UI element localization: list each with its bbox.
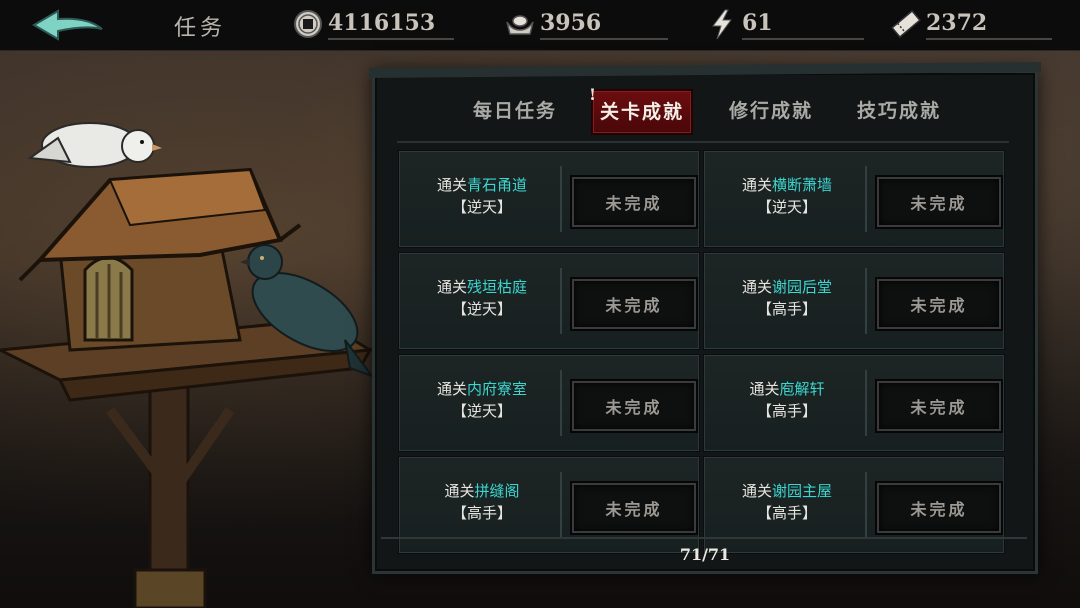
achievement-panel: 每日任务 关卡成就 ! 修行成就 技巧成就 通关青石甬道 【逆天】 未完成 通关… bbox=[372, 70, 1038, 574]
card-divider bbox=[865, 166, 867, 232]
incomplete-button[interactable]: 未完成 bbox=[572, 279, 696, 329]
silver-ingot-icon bbox=[506, 15, 534, 35]
achievement-stage-name: 内府寮室 bbox=[467, 380, 528, 398]
achievement-text: 通关谢园后堂 【高手】 bbox=[711, 276, 863, 320]
ticket-icon bbox=[891, 9, 921, 39]
back-arrow-icon bbox=[32, 9, 103, 41]
tab-bar: 每日任务 关卡成就 ! 修行成就 技巧成就 bbox=[375, 85, 1035, 135]
achievement-card: 通关横断萧墙 【逆天】 未完成 bbox=[704, 151, 1004, 247]
achievement-prefix: 通关 bbox=[741, 278, 772, 296]
achievement-difficulty: 【逆天】 bbox=[451, 198, 512, 216]
achievement-prefix: 通关 bbox=[741, 176, 772, 194]
achievement-prefix: 通关 bbox=[444, 482, 475, 500]
coin-underline bbox=[328, 38, 454, 40]
incomplete-button[interactable]: 未完成 bbox=[572, 177, 696, 227]
achievement-stage-name: 拼缝阁 bbox=[474, 482, 520, 500]
achievement-card: 通关青石甬道 【逆天】 未完成 bbox=[399, 151, 699, 247]
tab-divider bbox=[397, 141, 1009, 143]
coin-icon bbox=[294, 10, 322, 38]
achievement-stage-name: 谢园主屋 bbox=[772, 482, 833, 500]
card-divider bbox=[865, 268, 867, 334]
achievement-stage-name: 青石甬道 bbox=[467, 176, 528, 194]
card-divider bbox=[865, 370, 867, 436]
page-counter: 71/71 bbox=[679, 545, 731, 564]
tab-skill-achievements[interactable]: 技巧成就 bbox=[849, 91, 949, 131]
ticket-value: 2372 bbox=[926, 10, 988, 36]
achievement-difficulty: 【逆天】 bbox=[756, 198, 817, 216]
achievement-prefix: 通关 bbox=[436, 380, 467, 398]
silver-underline bbox=[540, 38, 668, 40]
achievement-card: 通关庖解轩 【高手】 未完成 bbox=[704, 355, 1004, 451]
achievement-prefix: 通关 bbox=[749, 380, 780, 398]
achievement-text: 通关谢园主屋 【高手】 bbox=[711, 480, 863, 524]
card-divider bbox=[560, 268, 562, 334]
achievement-difficulty: 【逆天】 bbox=[451, 402, 512, 420]
achievement-text: 通关青石甬道 【逆天】 bbox=[406, 174, 558, 218]
achievement-card: 通关谢园后堂 【高手】 未完成 bbox=[704, 253, 1004, 349]
card-divider bbox=[865, 472, 867, 538]
card-divider bbox=[560, 370, 562, 436]
achievement-prefix: 通关 bbox=[741, 482, 772, 500]
achievement-text: 通关内府寮室 【逆天】 bbox=[406, 378, 558, 422]
achievement-text: 通关横断萧墙 【逆天】 bbox=[711, 174, 863, 218]
incomplete-button[interactable]: 未完成 bbox=[877, 177, 1001, 227]
silver-value: 3956 bbox=[540, 10, 602, 36]
achievement-stage-name: 残垣枯庭 bbox=[467, 278, 528, 296]
incomplete-button[interactable]: 未完成 bbox=[877, 483, 1001, 533]
achievement-difficulty: 【高手】 bbox=[756, 402, 817, 420]
achievement-difficulty: 【高手】 bbox=[756, 300, 817, 318]
energy-underline bbox=[742, 38, 864, 40]
list-bottom-divider bbox=[381, 537, 1027, 539]
achievement-stage-name: 横断萧墙 bbox=[772, 176, 833, 194]
back-button[interactable] bbox=[30, 7, 106, 43]
ticket-underline bbox=[926, 38, 1052, 40]
incomplete-button[interactable]: 未完成 bbox=[572, 483, 696, 533]
achievement-text: 通关庖解轩 【高手】 bbox=[711, 378, 863, 422]
achievement-difficulty: 【高手】 bbox=[451, 504, 512, 522]
achievement-difficulty: 【高手】 bbox=[756, 504, 817, 522]
achievement-text: 通关残垣枯庭 【逆天】 bbox=[406, 276, 558, 320]
tab-training-achievements[interactable]: 修行成就 bbox=[721, 91, 821, 131]
tab-daily-tasks[interactable]: 每日任务 bbox=[465, 91, 565, 131]
coin-value: 4116153 bbox=[328, 10, 436, 36]
achievement-text: 通关拼缝阁 【高手】 bbox=[406, 480, 558, 524]
incomplete-button[interactable]: 未完成 bbox=[877, 279, 1001, 329]
achievement-card: 通关残垣枯庭 【逆天】 未完成 bbox=[399, 253, 699, 349]
lightning-icon bbox=[712, 9, 732, 40]
achievement-prefix: 通关 bbox=[436, 278, 467, 296]
page-title: 任务 bbox=[174, 16, 227, 41]
top-bar: 任务 4116153 3956 61 2372 bbox=[0, 0, 1080, 51]
achievement-card: 通关内府寮室 【逆天】 未完成 bbox=[399, 355, 699, 451]
tab-alert-badge: ! bbox=[589, 85, 597, 104]
birdhouse-illustration bbox=[0, 122, 375, 608]
achievement-stage-name: 谢园后堂 bbox=[772, 278, 833, 296]
energy-value: 61 bbox=[742, 10, 773, 36]
incomplete-button[interactable]: 未完成 bbox=[572, 381, 696, 431]
achievement-prefix: 通关 bbox=[436, 176, 467, 194]
achievement-stage-name: 庖解轩 bbox=[779, 380, 825, 398]
incomplete-button[interactable]: 未完成 bbox=[877, 381, 1001, 431]
achievement-difficulty: 【逆天】 bbox=[451, 300, 512, 318]
card-divider bbox=[560, 166, 562, 232]
card-divider bbox=[560, 472, 562, 538]
tab-stage-achievements[interactable]: 关卡成就 bbox=[593, 91, 691, 133]
